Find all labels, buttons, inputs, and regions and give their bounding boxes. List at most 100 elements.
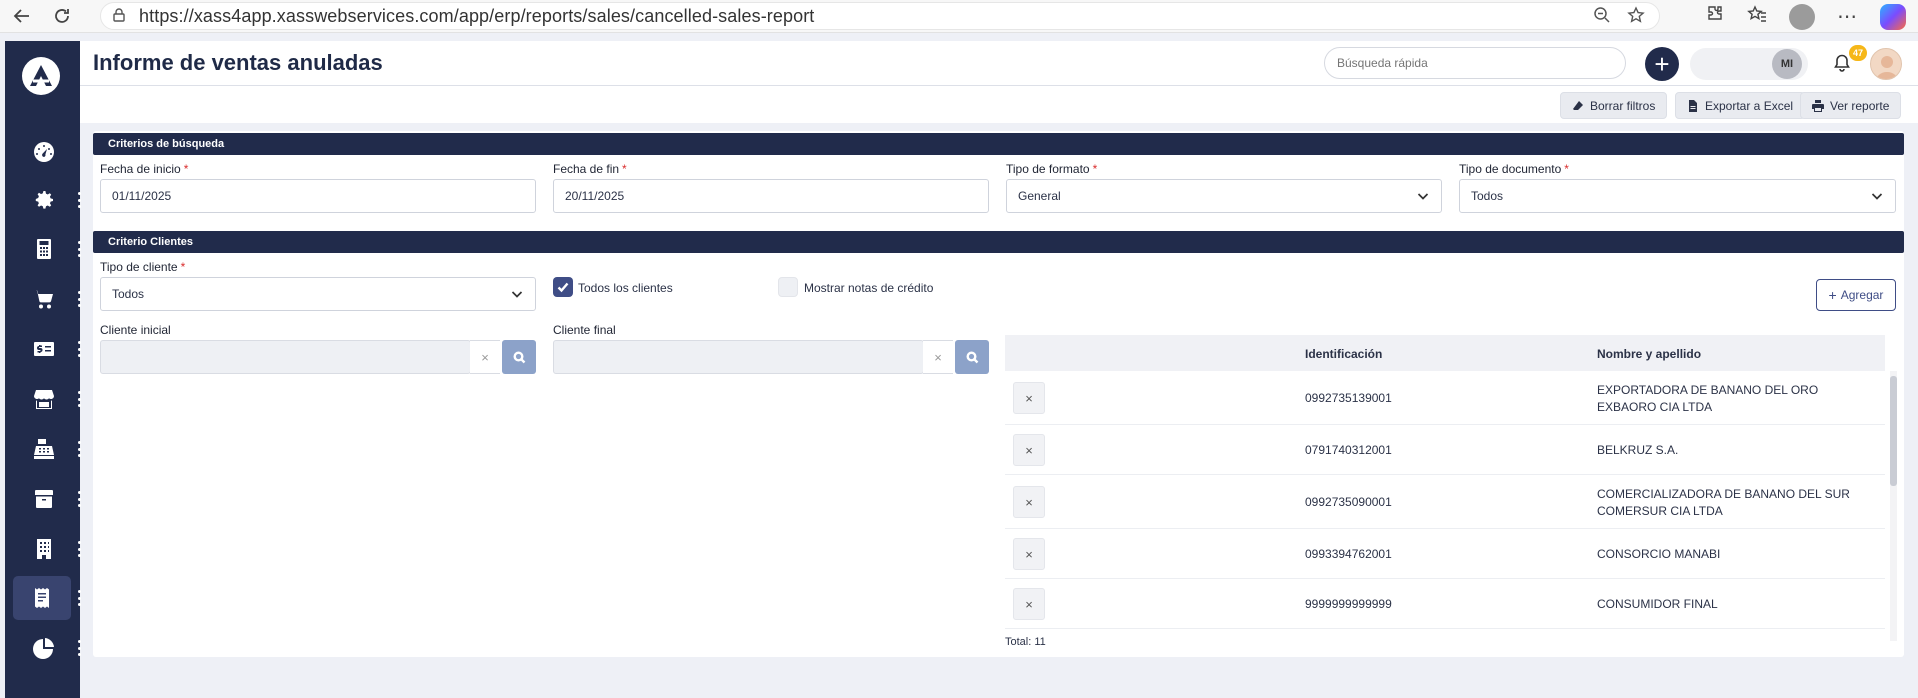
sidebar [5,41,81,698]
site-info-icon[interactable] [111,7,131,26]
back-icon[interactable] [4,0,40,33]
more-dots-icon[interactable] [77,491,81,507]
cash-register-icon [26,434,62,464]
table-header: Identificación Nombre y apellido [1005,335,1885,371]
sidebar-item-analytics[interactable] [13,626,81,670]
initial-client-input[interactable] [100,340,471,374]
client-type-select[interactable]: Todos [100,277,536,311]
report-form-panel: Criterios de búsqueda Fecha de inicio * 0… [93,131,1904,657]
more-dots-icon[interactable] [77,441,81,457]
sidebar-item-dashboard[interactable] [13,130,73,174]
search-initial-client-button[interactable] [502,340,536,374]
table-row: × 0791740312001 BELKRUZ S.A. [1005,425,1885,475]
reload-icon[interactable] [44,0,80,33]
search-icon [513,351,525,363]
chevron-down-icon [1417,190,1429,202]
check-icon [557,282,569,293]
more-menu-icon[interactable]: ⋯ [1837,4,1858,29]
table-row: × 9999999999999 CONSUMIDOR FINAL [1005,579,1885,629]
remove-row-button[interactable]: × [1013,434,1045,466]
browser-toolbar: https://xass4app.xasswebservices.com/app… [0,0,1918,33]
remove-row-button[interactable]: × [1013,538,1045,570]
app-header: Informe de ventas anuladas + MI 47 [80,41,1918,86]
user-initials-avatar[interactable]: MI [1772,49,1802,79]
money-card-icon [26,334,62,364]
sidebar-item-settings[interactable] [13,178,81,222]
favorites-icon[interactable] [1747,4,1767,29]
table-row: × 0992735139001 EXPORTADORA DE BANANO DE… [1005,371,1885,425]
add-client-button[interactable]: + Agregar [1816,279,1896,311]
more-dots-icon[interactable] [77,241,81,257]
add-new-button[interactable]: + [1645,47,1679,81]
favorite-star-icon[interactable] [1627,5,1645,29]
final-client-input[interactable] [553,340,924,374]
browser-profile-avatar[interactable] [1789,3,1815,30]
initial-client-label: Cliente inicial [100,323,171,337]
end-date-label: Fecha de fin * [553,162,627,176]
document-type-label: Tipo de documento * [1459,162,1569,176]
app-logo[interactable] [22,57,60,95]
document-type-select[interactable]: Todos [1459,179,1896,213]
receipt-icon [24,583,60,613]
search-final-client-button[interactable] [955,340,989,374]
start-date-field[interactable]: 01/11/2025 [100,179,536,213]
end-date-field[interactable]: 20/11/2025 [553,179,989,213]
cell-identification: 0992735090001 [1305,495,1392,509]
format-type-select[interactable]: General [1006,179,1442,213]
pie-chart-icon [26,633,62,663]
table-row: × 0993394762001 CONSORCIO MANABI [1005,529,1885,579]
search-criteria-header: Criterios de búsqueda [93,133,1904,155]
more-dots-icon[interactable] [77,541,81,557]
sidebar-item-pos[interactable] [13,427,81,471]
user-avatar[interactable] [1870,48,1902,80]
more-dots-icon[interactable] [77,640,81,656]
cell-name: EXPORTADORA DE BANANO DEL ORO EXBAORO CI… [1597,383,1819,414]
clear-final-client-icon[interactable]: × [923,340,953,374]
sidebar-item-treasury[interactable] [13,327,81,371]
remove-row-button[interactable]: × [1013,382,1045,414]
clear-initial-client-icon[interactable]: × [470,340,500,374]
notification-badge: 47 [1849,45,1867,61]
url-text: https://xass4app.xasswebservices.com/app… [139,5,815,26]
cell-identification: 0791740312001 [1305,443,1392,457]
table-row: × 0992735090001 COMERCIALIZADORA DE BANA… [1005,475,1885,529]
more-dots-icon[interactable] [77,291,81,307]
show-credit-notes-checkbox[interactable] [778,277,798,297]
more-dots-icon[interactable] [77,341,81,357]
sidebar-item-accounting[interactable] [13,227,81,271]
sidebar-item-company[interactable] [13,527,81,571]
export-excel-button[interactable]: Exportar a Excel [1675,92,1806,119]
client-criteria-header: Criterio Clientes [93,231,1904,253]
search-icon [966,351,978,363]
final-client-label: Cliente final [553,323,616,337]
table-scrollbar-thumb[interactable] [1890,376,1897,486]
eraser-icon [1573,100,1583,110]
address-bar[interactable]: https://xass4app.xasswebservices.com/app… [100,2,1660,30]
sidebar-item-inventory[interactable] [13,477,81,521]
cell-identification: 0992735139001 [1305,391,1392,405]
cart-icon [26,284,62,314]
chevron-down-icon [511,288,523,300]
calculator-icon [26,234,62,264]
more-dots-icon[interactable] [77,391,81,407]
printer-icon [1812,99,1824,112]
remove-row-button[interactable]: × [1013,486,1045,518]
view-report-button[interactable]: Ver reporte [1800,92,1902,119]
page-title: Informe de ventas anuladas [93,50,383,75]
chevron-down-icon [1871,190,1883,202]
all-clients-checkbox[interactable] [553,277,573,297]
start-date-label: Fecha de inicio * [100,162,189,176]
sidebar-item-sales[interactable] [13,277,81,321]
remove-row-button[interactable]: × [1013,588,1045,620]
more-dots-icon[interactable] [77,192,81,208]
more-dots-icon[interactable] [77,590,81,606]
quick-search-input[interactable] [1324,47,1626,79]
extensions-icon[interactable] [1705,4,1725,29]
sidebar-item-reports[interactable] [13,576,81,620]
copilot-icon[interactable] [1880,3,1906,30]
zoom-icon[interactable] [1593,6,1611,29]
box-icon [26,484,62,514]
store-icon [26,384,62,414]
sidebar-item-store[interactable] [13,377,81,421]
clear-filters-button[interactable]: Borrar filtros [1560,92,1668,119]
